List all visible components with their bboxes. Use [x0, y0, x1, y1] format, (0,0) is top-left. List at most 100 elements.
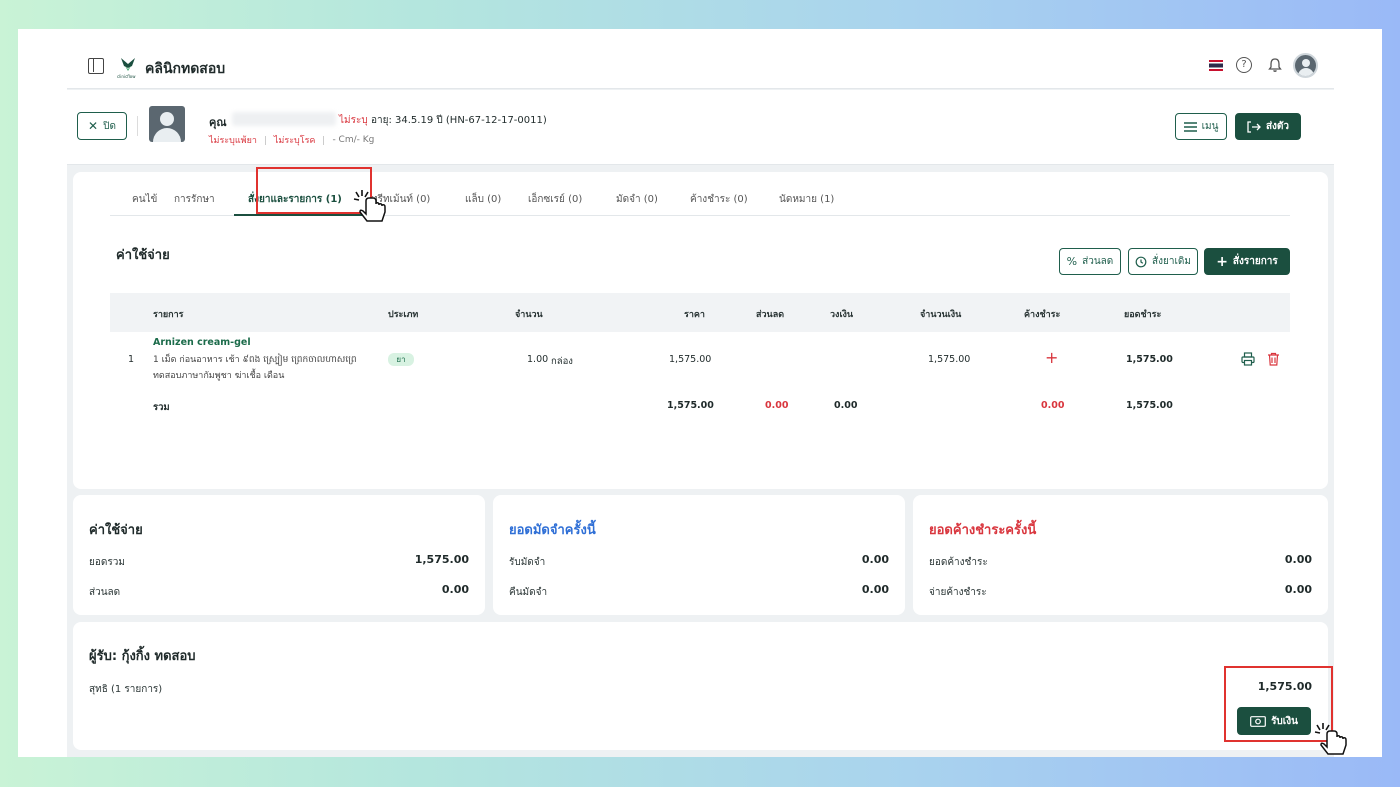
summary-label: ยอดค้างชำระ — [929, 557, 988, 568]
expenses-title: ค่าใช้จ่าย — [116, 248, 170, 263]
receiver-name: ผู้รับ: กุ้งกิ้ง ทดสอบ — [89, 649, 196, 664]
add-order-button[interactable]: + สั่งรายการ — [1204, 248, 1290, 275]
summary-label: รับมัดจำ — [509, 557, 546, 568]
patient-age-hn: อายุ: 34.5.19 ปี (HN-67-12-17-0011) — [371, 115, 547, 126]
summary-value: 0.00 — [1284, 553, 1312, 566]
summary-title: ค่าใช้จ่าย — [89, 523, 143, 538]
sidebar-toggle-icon[interactable] — [88, 58, 104, 74]
allergy-status: ไม่ระบุแพ้ยา — [209, 136, 257, 146]
add-outstanding-icon[interactable]: + — [1045, 348, 1058, 367]
total-price: 1,575.00 — [667, 400, 714, 411]
col-qty: จำนวน — [515, 310, 543, 320]
summary-title: ยอดมัดจำครั้งนี้ — [509, 523, 596, 538]
col-amount: จำนวนเงิน — [920, 310, 962, 320]
reorder-button[interactable]: สั่งยาเดิม — [1128, 248, 1198, 275]
item-amount: 1,575.00 — [928, 354, 971, 365]
item-name[interactable]: Arnizen cream-gel — [153, 337, 251, 348]
top-bar: clinicflow คลินิกทดสอบ ? — [67, 29, 1334, 89]
summary-label: ส่วนลด — [89, 587, 121, 598]
divider — [137, 116, 138, 136]
patient-name-redacted — [232, 112, 336, 126]
total-label: รวม — [153, 402, 170, 413]
col-outstanding: ค้างชำระ — [1024, 310, 1061, 320]
pointer-hand-icon — [1314, 723, 1347, 755]
app-window: clinicflow คลินิกทดสอบ ? ✕ ปิด คุณ ไม่ระ… — [67, 29, 1334, 757]
percent-icon: % — [1066, 255, 1078, 268]
tab-deposit[interactable]: มัดจำ (0) — [616, 172, 690, 216]
col-item: รายการ — [153, 310, 184, 320]
outstanding-summary-card: ยอดค้างชำระครั้งนี้ ยอดค้างชำระ 0.00 จ่า… — [913, 495, 1328, 615]
summary-value: 0.00 — [1284, 583, 1312, 596]
patient-avatar — [149, 106, 185, 142]
patient-name-prefix: คุณ — [209, 116, 227, 129]
send-label: ส่งตัว — [1265, 121, 1290, 132]
body-measurements: - Cm/- Kg — [332, 135, 375, 145]
logo-caption: clinicflow — [117, 74, 136, 79]
app-name: คลินิกทดสอบ — [145, 61, 226, 77]
total-credit: 0.00 — [834, 400, 858, 411]
summary-value: 0.00 — [861, 553, 889, 566]
item-paid: 1,575.00 — [1126, 354, 1173, 365]
col-type: ประเภท — [388, 310, 419, 320]
payment-card: ผู้รับ: กุ้งกิ้ง ทดสอบ สุทธิ (1 รายการ) … — [73, 622, 1328, 750]
send-out-icon — [1247, 120, 1261, 133]
printer-icon[interactable] — [1241, 352, 1255, 366]
item-unit: กล่อง — [551, 356, 573, 367]
total-discount: 0.00 — [765, 400, 789, 411]
screenshot-frame: clinicflow คลินิกทดสอบ ? ✕ ปิด คุณ ไม่ระ… — [18, 29, 1382, 757]
summary-label: จ่ายค้างชำระ — [929, 587, 987, 598]
item-description: 1 เม็ด ก่อนอาหาร เช้า ៩ពង ស្ប្រៀម ព្រេកច… — [153, 355, 357, 381]
total-paid: 1,575.00 — [1126, 400, 1173, 411]
history-icon — [1135, 256, 1147, 267]
col-credit: วงเงิน — [830, 310, 854, 320]
tab-appointment[interactable]: นัดหมาย (1) — [779, 172, 859, 216]
help-icon[interactable]: ? — [1236, 57, 1252, 73]
tab-patient[interactable]: คนไข้ — [110, 172, 174, 216]
separator — [264, 135, 266, 145]
expenses-summary-card: ค่าใช้จ่าย ยอดรวม 1,575.00 ส่วนลด 0.00 — [73, 495, 485, 615]
pointer-hand-icon — [353, 190, 386, 222]
tab-xray[interactable]: เอ็กซเรย์ (0) — [528, 172, 616, 216]
menu-label: เมนู — [1201, 121, 1219, 132]
patient-gender: ไม่ระบุ — [339, 115, 368, 126]
summary-label: ยอดรวม — [89, 557, 125, 568]
separator — [323, 135, 325, 145]
trash-icon[interactable] — [1267, 352, 1280, 366]
close-label: ปิด — [103, 120, 116, 132]
discount-label: ส่วนลด — [1082, 256, 1114, 267]
user-avatar[interactable] — [1293, 53, 1318, 78]
send-button[interactable]: ส่งตัว — [1235, 113, 1301, 140]
clinic-logo — [121, 58, 135, 71]
summary-value: 1,575.00 — [414, 553, 469, 566]
col-paid: ยอดชำระ — [1124, 310, 1162, 320]
order-card: คนไข้ การรักษา สั่งยาและรายการ (1) ทรีทเ… — [73, 172, 1328, 489]
summary-value: 0.00 — [441, 583, 469, 596]
hamburger-icon — [1183, 121, 1197, 132]
summary-title: ยอดค้างชำระครั้งนี้ — [929, 523, 1037, 538]
item-price: 1,575.00 — [669, 354, 712, 365]
summary-label: คืนมัดจำ — [509, 587, 548, 598]
close-button[interactable]: ✕ ปิด — [77, 112, 127, 140]
discount-button[interactable]: % ส่วนลด — [1059, 248, 1121, 275]
item-qty: 1.00 — [527, 354, 549, 365]
patient-details: ไม่ระบุแพ้ยา ไม่ระบุโรค - Cm/- Kg — [209, 133, 374, 147]
disease-status: ไม่ระบุโรค — [273, 136, 316, 146]
reorder-label: สั่งยาเดิม — [1152, 256, 1191, 267]
bell-icon[interactable] — [1267, 57, 1283, 73]
plus-icon: + — [1216, 253, 1228, 270]
col-discount: ส่วนลด — [756, 310, 785, 320]
total-outstanding: 0.00 — [1041, 400, 1065, 411]
tab-lab[interactable]: แล็บ (0) — [462, 172, 528, 216]
type-badge: ยา — [388, 353, 414, 366]
tab-treatment[interactable]: การรักษา — [174, 172, 234, 216]
row-number: 1 — [128, 354, 135, 365]
patient-bar: ✕ ปิด คุณ ไม่ระบุ อายุ: 34.5.19 ปี (HN-6… — [67, 90, 1334, 165]
menu-button[interactable]: เมนู — [1175, 113, 1227, 140]
net-label: สุทธิ (1 รายการ) — [89, 684, 163, 695]
summary-value: 0.00 — [861, 583, 889, 596]
tab-outstanding[interactable]: ค้างชำระ (0) — [690, 172, 779, 216]
close-icon: ✕ — [88, 119, 99, 133]
thai-flag-icon[interactable] — [1209, 60, 1223, 71]
table-header: รายการ ประเภท จำนวน ราคา ส่วนลด วงเงิน จ… — [110, 293, 1290, 332]
col-price: ราคา — [684, 310, 705, 320]
